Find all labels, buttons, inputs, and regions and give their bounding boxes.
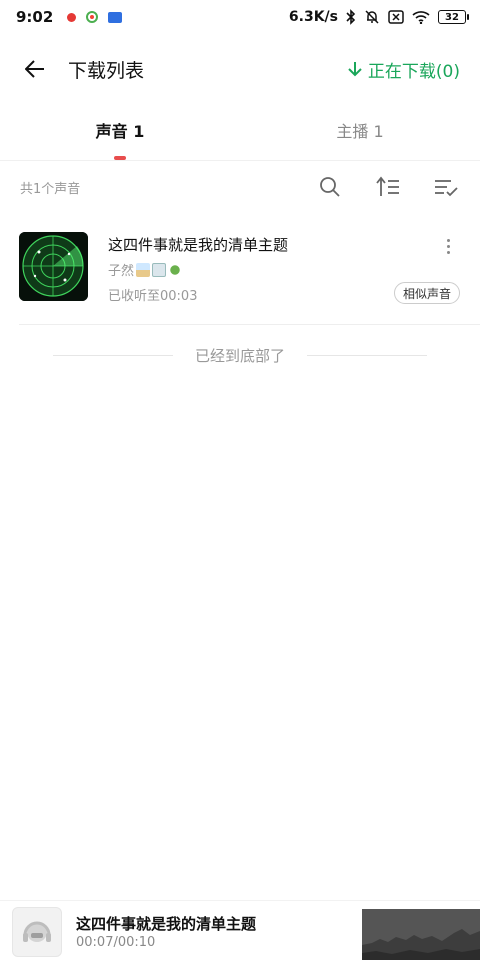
- track-listen-progress: 已收听至00:03: [108, 289, 198, 304]
- window-emoji-icon: [152, 262, 167, 277]
- player-title: 这四件事就是我的清单主题: [76, 915, 257, 933]
- track-cover-image: [19, 232, 88, 301]
- track-author-name: 子然: [108, 264, 135, 279]
- status-bar: 9:02 6.3K/s 32: [0, 0, 480, 34]
- mini-player[interactable]: 这四件事就是我的清单主题 00:07/00:10: [0, 900, 480, 960]
- divider: [52, 354, 173, 356]
- app-notification-icon: [108, 11, 123, 23]
- player-time: 00:07/00:10: [76, 935, 156, 950]
- downloading-label: 正在下载(0): [367, 61, 460, 82]
- end-of-list-text: 已经到底部了: [194, 346, 285, 365]
- back-button[interactable]: [20, 54, 50, 84]
- wifi-icon: [412, 10, 430, 24]
- more-options-icon[interactable]: [440, 236, 456, 256]
- track-item[interactable]: 这四件事就是我的清单主题 子然 已收听至00:03 相似声音: [0, 222, 480, 324]
- tab-sounds[interactable]: 声音 1: [0, 112, 240, 160]
- tab-anchors[interactable]: 主播 1: [240, 112, 480, 160]
- track-title: 这四件事就是我的清单主题: [108, 236, 289, 254]
- bluetooth-icon: [346, 9, 356, 25]
- mute-bell-icon: [364, 9, 380, 25]
- item-count: 共1个声音: [20, 181, 81, 197]
- search-icon[interactable]: [318, 175, 342, 199]
- divider: [307, 354, 427, 356]
- similar-sounds-button[interactable]: 相似声音: [393, 282, 460, 304]
- player-thumbnail: [362, 909, 480, 960]
- app-notification-icon: [67, 12, 77, 22]
- divider: [19, 324, 480, 325]
- network-speed: 6.3K/s: [288, 9, 338, 25]
- arrow-left-icon: [25, 60, 44, 78]
- tab-bar: 声音 1 主播 1: [0, 112, 480, 160]
- beach-emoji-icon: [136, 262, 151, 277]
- downloading-button[interactable]: 正在下载(0): [348, 57, 460, 82]
- page-title: 下载列表: [68, 59, 145, 82]
- divider: [0, 160, 480, 161]
- batch-edit-icon[interactable]: [434, 175, 458, 199]
- tab-sounds-label: 声音 1: [95, 122, 145, 141]
- track-author: 子然: [108, 260, 183, 279]
- arrow-down-icon: [348, 62, 362, 77]
- sort-icon[interactable]: [376, 175, 400, 199]
- tab-anchors-label: 主播 1: [336, 122, 384, 141]
- battery-icon: 32: [438, 10, 469, 24]
- status-notification-icons: [67, 11, 123, 23]
- headphone-avatar-icon: [23, 921, 51, 942]
- end-of-list: 已经到底部了: [0, 342, 480, 368]
- status-time: 9:02: [16, 8, 54, 26]
- app-notification-icon: [86, 11, 99, 23]
- cactus-emoji-icon: [168, 262, 183, 277]
- player-cover-image: [12, 907, 62, 957]
- sim-icon: [388, 10, 404, 24]
- header: 下载列表 正在下载(0): [0, 44, 480, 94]
- list-toolbar: 共1个声音: [0, 170, 480, 204]
